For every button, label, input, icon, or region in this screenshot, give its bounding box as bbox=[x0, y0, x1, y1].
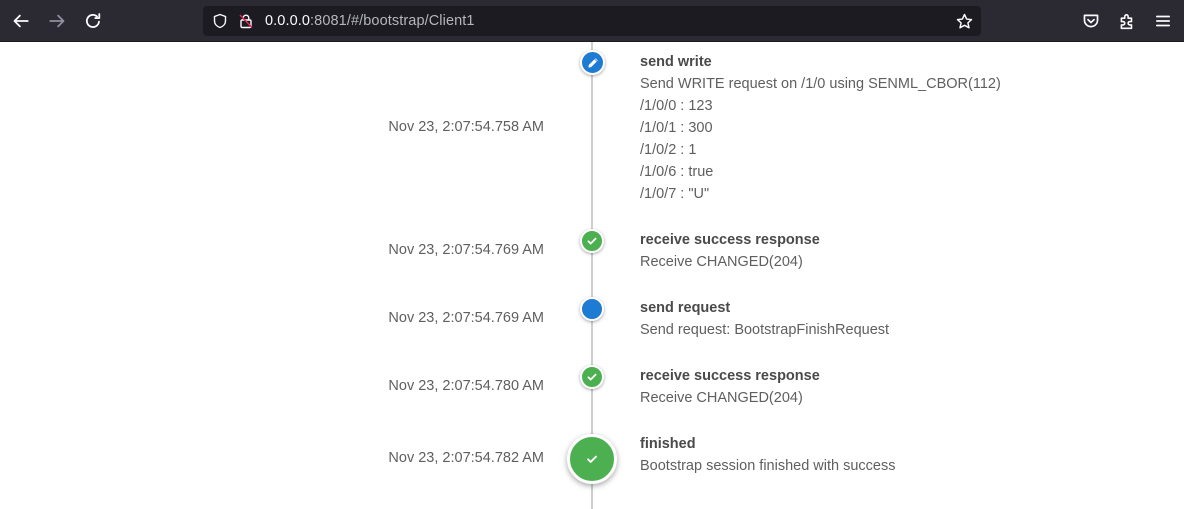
event-timestamp: Nov 23, 2:07:54.769 AM bbox=[388, 310, 544, 326]
event-detail-line: /1/0/2 : 1 bbox=[640, 142, 697, 158]
event-timestamp: Nov 23, 2:07:54.782 AM bbox=[388, 450, 544, 466]
pencil-icon bbox=[580, 50, 605, 75]
shield-icon[interactable] bbox=[211, 12, 229, 30]
event-title: send request bbox=[640, 300, 731, 316]
extensions-icon[interactable] bbox=[1115, 9, 1139, 33]
check-icon bbox=[567, 434, 617, 484]
event-detail-line: /1/0/0 : 123 bbox=[640, 98, 713, 114]
event-content: receive success response Receive CHANGED… bbox=[640, 365, 1160, 409]
bootstrap-timeline: Nov 23, 2:07:54.758 AM send write Send W… bbox=[0, 42, 1184, 509]
event-content: finished Bootstrap session finished with… bbox=[640, 433, 1160, 477]
check-icon bbox=[580, 229, 604, 253]
event-detail-line: /1/0/6 : true bbox=[640, 164, 714, 180]
insecure-lock-icon[interactable] bbox=[237, 12, 255, 30]
url-bar[interactable]: 0.0.0.0:8081/#/bootstrap/Client1 bbox=[203, 6, 981, 36]
event-content: send request Send request: BootstrapFini… bbox=[640, 297, 1160, 341]
event-title: finished bbox=[640, 436, 696, 452]
event-detail-line: /1/0/7 : "U" bbox=[640, 186, 710, 202]
back-arrow-icon[interactable] bbox=[9, 9, 33, 33]
event-content: receive success response Receive CHANGED… bbox=[640, 229, 1160, 273]
event-timestamp: Nov 23, 2:07:54.780 AM bbox=[388, 378, 544, 394]
event-detail-line: Send request: BootstrapFinishRequest bbox=[640, 322, 890, 338]
event-title: send write bbox=[640, 54, 712, 70]
hamburger-menu-icon[interactable] bbox=[1151, 9, 1175, 33]
event-timestamp: Nov 23, 2:07:54.758 AM bbox=[388, 119, 544, 135]
reload-icon[interactable] bbox=[81, 9, 105, 33]
event-timestamp: Nov 23, 2:07:54.769 AM bbox=[388, 242, 544, 258]
event-detail-line: Receive CHANGED(204) bbox=[640, 390, 803, 406]
event-title: receive success response bbox=[640, 232, 820, 248]
star-bookmark-icon[interactable] bbox=[955, 12, 973, 30]
event-title: receive success response bbox=[640, 368, 820, 384]
check-icon bbox=[580, 365, 604, 389]
event-detail-line: Receive CHANGED(204) bbox=[640, 254, 803, 270]
event-detail-line: Send WRITE request on /1/0 using SENML_C… bbox=[640, 76, 1001, 92]
pocket-icon[interactable] bbox=[1079, 9, 1103, 33]
dot-icon bbox=[580, 297, 604, 321]
url-text[interactable]: 0.0.0.0:8081/#/bootstrap/Client1 bbox=[265, 13, 475, 29]
browser-toolbar: 0.0.0.0:8081/#/bootstrap/Client1 bbox=[0, 0, 1184, 42]
event-detail-line: /1/0/1 : 300 bbox=[640, 120, 713, 136]
event-content: send write Send WRITE request on /1/0 us… bbox=[640, 51, 1160, 205]
forward-arrow-icon[interactable] bbox=[45, 9, 69, 33]
url-path: :8081/#/bootstrap/Client1 bbox=[310, 13, 475, 29]
event-detail-line: Bootstrap session finished with success bbox=[640, 458, 896, 474]
url-host: 0.0.0.0 bbox=[265, 13, 311, 29]
